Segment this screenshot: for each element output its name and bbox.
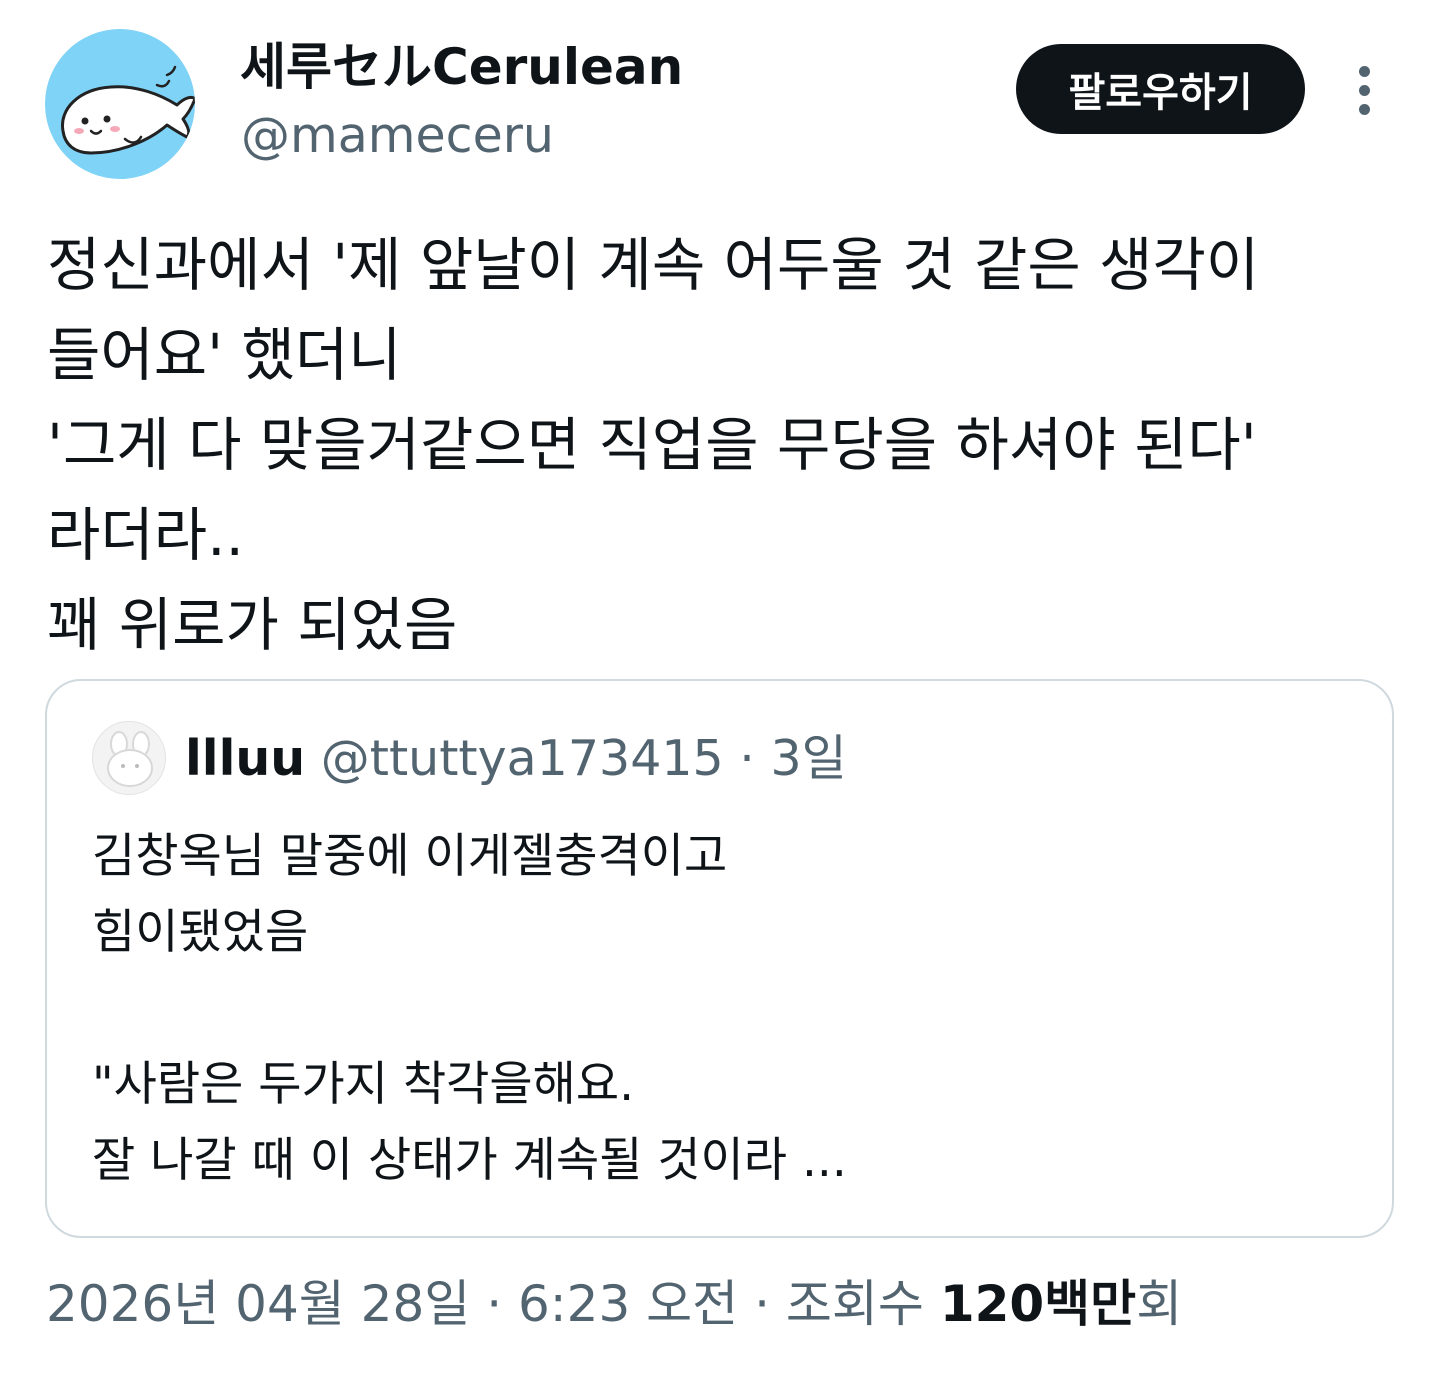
rabbit-avatar-icon (107, 731, 153, 787)
tweet-line: 꽤 위로가 되었음 (47, 591, 458, 659)
quote-author-name[interactable]: llluu (185, 730, 305, 787)
quote-line: 힘이됐었음 (92, 905, 309, 960)
author-display-name[interactable]: 세루セルCerulean (240, 36, 683, 98)
quoted-tweet-card[interactable]: llluu @ttuttya173415 · 3일 김창옥님 말중에 이게젤충격… (45, 679, 1394, 1238)
quote-text: 김창옥님 말중에 이게젤충격이고 힘이됐었음 "사람은 두가지 착각을해요. 잘… (92, 819, 1342, 1199)
views-suffix: 회 (1136, 1275, 1183, 1333)
author-avatar[interactable] (45, 29, 195, 179)
seal-avatar-icon (61, 65, 195, 155)
views-label: 조회수 (785, 1275, 924, 1333)
tweet-date[interactable]: 2026년 04월 28일 (46, 1275, 470, 1333)
follow-button[interactable]: 팔로우하기 (1016, 44, 1305, 134)
tweet-line: 들어요' 했더니 (47, 321, 402, 389)
quote-line: "사람은 두가지 착각을해요. (92, 1057, 635, 1112)
views-count: 120백만 (939, 1275, 1137, 1333)
quote-separator: · (739, 730, 755, 787)
quote-author-handle[interactable]: @ttuttya173415 (321, 730, 724, 787)
tweet-meta: 2026년 04월 28일 · 6:23 오전 · 조회수 120백만회 (46, 1272, 1182, 1336)
tweet-text: 정신과에서 '제 앞날이 계속 어두울 것 같은 생각이 들어요' 했더니 '그… (47, 220, 1387, 670)
quote-author-avatar (92, 721, 166, 795)
tweet-line: '그게 다 맞을거같으면 직업을 무당을 하셔야 된다' (47, 411, 1257, 479)
author-handle[interactable]: @mameceru (241, 106, 554, 166)
tweet-time[interactable]: 6:23 오전 (518, 1275, 738, 1333)
tweet-line: 정신과에서 '제 앞날이 계속 어두울 것 같은 생각이 (47, 231, 1260, 299)
quote-line: 김창옥님 말중에 이게젤충격이고 (92, 829, 728, 884)
meta-separator: · (486, 1275, 503, 1333)
quote-header: llluu @ttuttya173415 · 3일 (185, 729, 847, 789)
tweet-line: 라더라.. (47, 501, 244, 569)
more-vertical-icon[interactable] (1345, 60, 1385, 120)
meta-separator: · (754, 1275, 770, 1333)
quote-line: 잘 나갈 때 이 상태가 계속될 것이라 ... (92, 1133, 847, 1188)
quote-timestamp[interactable]: 3일 (770, 730, 846, 787)
quote-line (92, 971, 1342, 1047)
